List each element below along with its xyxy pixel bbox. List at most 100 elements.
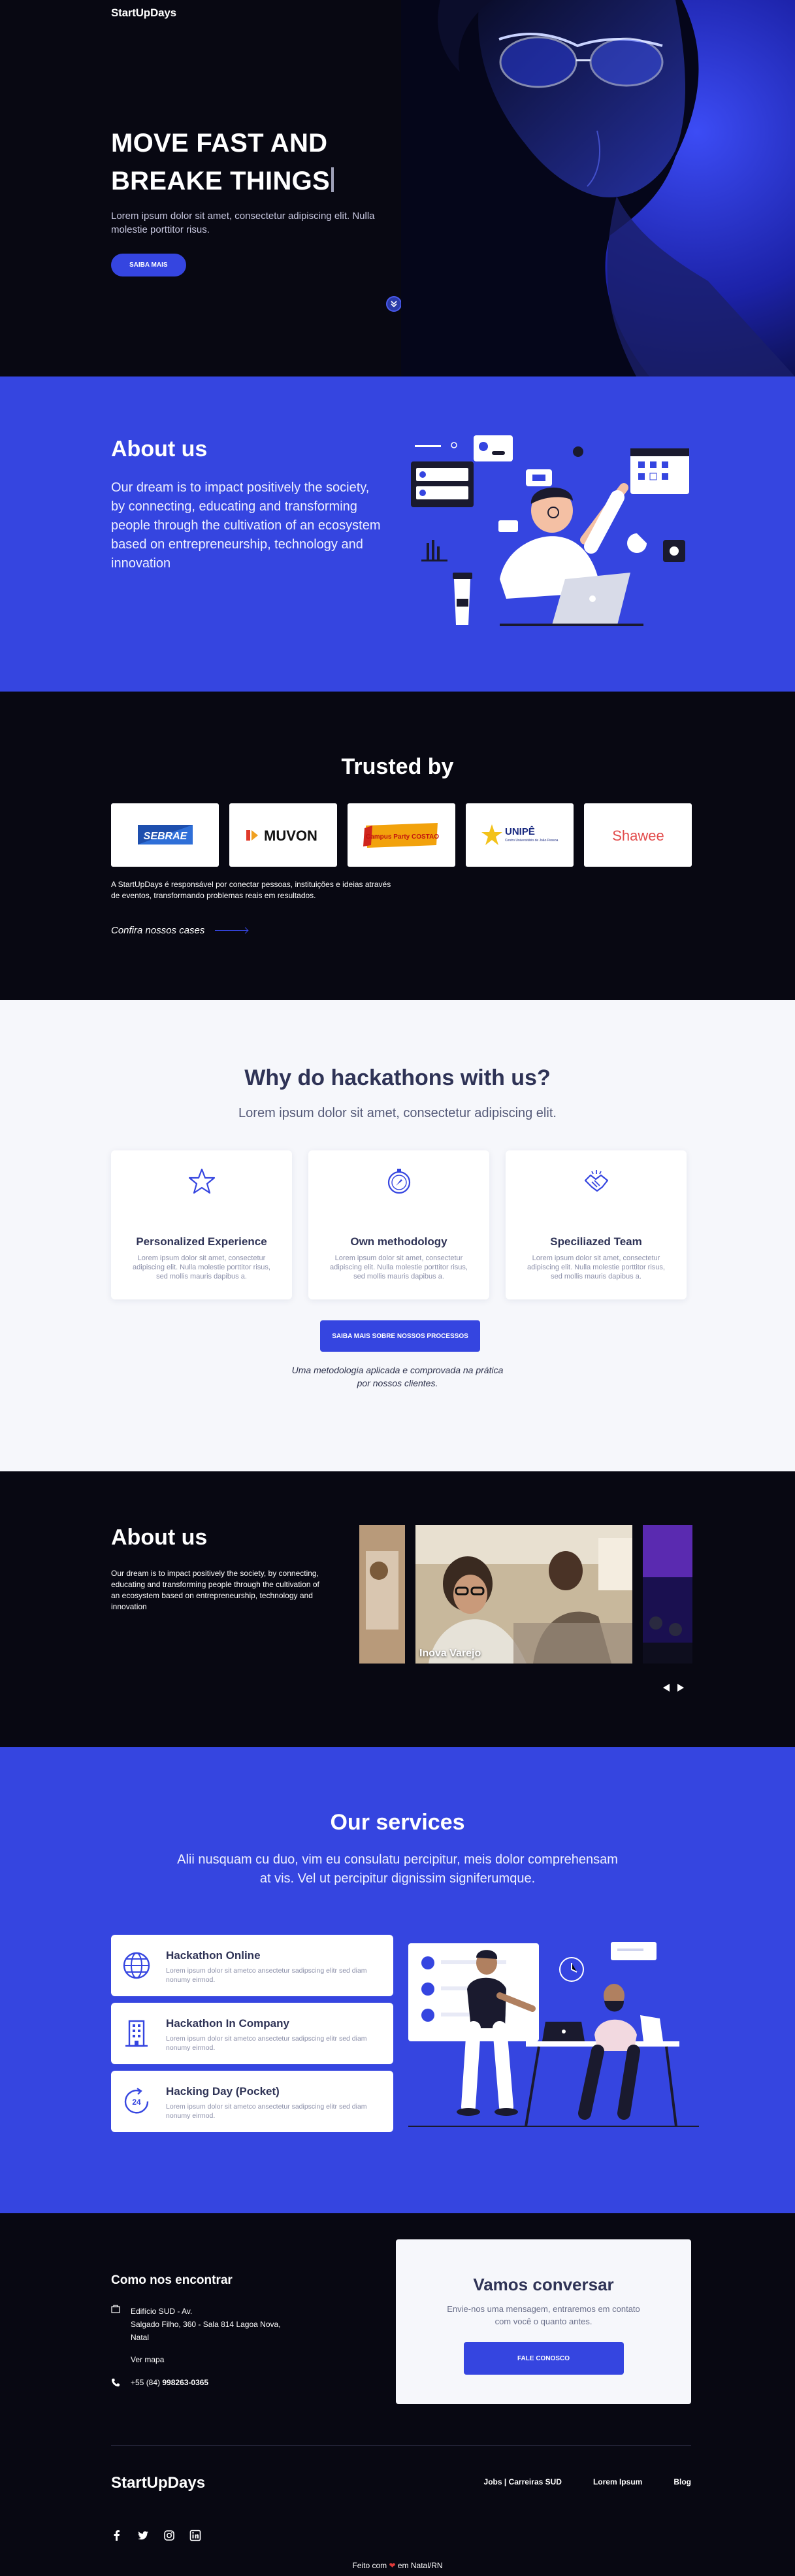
building-icon — [125, 2020, 148, 2047]
feature-text: Lorem ipsum dolor sit amet, consectetur … — [133, 1254, 270, 1280]
carousel-nav — [660, 1682, 687, 1694]
services-illustration — [408, 1937, 699, 2133]
compass-icon — [387, 1169, 411, 1194]
feature-cards: Personalized Experience Lorem ipsum dolo… — [111, 1150, 687, 1299]
hero-photo — [401, 0, 795, 376]
heart-icon: ❤ — [389, 2561, 396, 2570]
logo-unipe[interactable]: UNIPÊ Centro Universitário de João Pesso… — [466, 803, 574, 867]
feature-text: Lorem ipsum dolor sit amet, consectetur … — [527, 1254, 665, 1280]
handshake-icon — [584, 1170, 609, 1192]
why-section: Why do hackathons with us? Lorem ipsum d… — [0, 1000, 795, 1471]
footer-link-jobs[interactable]: Jobs | Carreiras SUD — [484, 2477, 562, 2486]
trusted-section: Trusted by SEBRAE MUVON Campus Party COS… — [0, 692, 795, 1000]
feature-text: Lorem ipsum dolor sit amet, consectetur … — [330, 1254, 468, 1280]
made-with-love: Feito com ❤ em Natal/RN — [0, 2561, 795, 2570]
carousel-slide-prev[interactable] — [359, 1525, 405, 1664]
about-section: About us Our dream is to impact positive… — [0, 376, 795, 692]
trusted-title: Trusted by — [341, 754, 454, 779]
why-note-line1: Uma metodologia aplicada e comprovada na… — [291, 1365, 504, 1375]
service-text: Lorem ipsum dolor sit ametco ansectetur … — [166, 2035, 367, 2052]
about-text: Our dream is to impact positively the so… — [111, 480, 381, 571]
feature-card: Speciliazed Team Lorem ipsum dolor sit a… — [506, 1150, 687, 1299]
phone-icon — [112, 2379, 120, 2386]
logo-sebrae[interactable]: SEBRAE — [111, 803, 219, 867]
address-block: Edifício SUD - Av. Salgado Filho, 360 - … — [111, 2305, 314, 2366]
about2-title: About us — [111, 1525, 208, 1550]
linkedin-icon[interactable] — [189, 2530, 201, 2541]
feature-card: Own methodology Lorem ipsum dolor sit am… — [308, 1150, 489, 1299]
phone-prefix: +55 (84) — [131, 2378, 161, 2387]
instagram-icon[interactable] — [163, 2530, 175, 2541]
carousel-slide-next[interactable] — [643, 1525, 692, 1664]
address-line1: Edifício SUD - Av. — [131, 2307, 193, 2316]
service-card-hacking-day[interactable]: 24 Hacking Day (Pocket) Lorem ipsum dolo… — [111, 2071, 393, 2132]
services-list: Hackathon Online Lorem ipsum dolor sit a… — [111, 1935, 393, 2132]
service-card-online[interactable]: Hackathon Online Lorem ipsum dolor sit a… — [111, 1935, 393, 1996]
footer-link-blog[interactable]: Blog — [673, 2477, 691, 2486]
carousel-next-icon[interactable] — [675, 1682, 687, 1694]
contact-us-button[interactable]: FALE CONOSCO — [463, 2342, 624, 2375]
contact-card-title: Vamos conversar — [473, 2275, 614, 2294]
hero-subtitle: Lorem ipsum dolor sit amet, consectetur … — [111, 210, 375, 235]
feature-title: Speciliazed Team — [550, 1235, 642, 1248]
footer-logo[interactable]: StartUpDays — [111, 2474, 205, 2492]
hero-title-line1: MOVE FAST AND — [111, 129, 328, 158]
service-title: Hacking Day (Pocket) — [166, 2085, 280, 2098]
photo-carousel[interactable]: Inova Varejo — [359, 1525, 692, 1664]
brand-logo[interactable]: StartUpDays — [111, 7, 176, 20]
hero-section: StartUpDays MOVE FAST AND BREAKE THINGS … — [0, 0, 795, 376]
hero-title-line2: BREAKE THINGS — [111, 167, 331, 195]
feature-title: Own methodology — [350, 1235, 447, 1248]
address-line3: Natal — [131, 2333, 150, 2342]
typing-cursor — [331, 167, 334, 192]
twitter-icon[interactable] — [137, 2530, 149, 2541]
cases-link[interactable]: Confira nossos cases — [111, 925, 248, 936]
footer-nav: Jobs | Carreiras SUD Lorem Ipsum Blog — [484, 2477, 691, 2486]
footer-link-lorem[interactable]: Lorem Ipsum — [593, 2477, 642, 2486]
logo-shawee[interactable]: Shawee — [584, 803, 692, 867]
services-lead: Alii nusquam cu duo, vim eu consulatu pe… — [177, 1852, 618, 1886]
slide-caption: Inova Varejo — [419, 1648, 481, 1659]
find-us-title: Como nos encontrar — [111, 2273, 233, 2287]
logo-sebrae-text: SEBRAE — [143, 831, 187, 842]
services-title: Our services — [330, 1810, 465, 1835]
facebook-icon[interactable] — [111, 2530, 123, 2541]
scroll-down-icon[interactable] — [386, 296, 402, 312]
made-suffix: em Natal/RN — [397, 2561, 443, 2570]
why-note-line2: por nossos clientes. — [357, 1378, 438, 1388]
contact-card: Vamos conversar Envie-nos uma mensagem, … — [396, 2239, 691, 2404]
logo-muvon[interactable]: MUVON — [229, 803, 337, 867]
view-map-link[interactable]: Ver mapa — [131, 2353, 314, 2366]
about2-text: Our dream is to impact positively the so… — [111, 1569, 319, 1611]
building-icon — [111, 2305, 120, 2313]
logo-muvon-text: MUVON — [264, 828, 317, 844]
cases-link-label: Confira nossos cases — [111, 925, 205, 936]
social-links — [111, 2530, 201, 2541]
hero-content: MOVE FAST AND BREAKE THINGS Lorem ipsum … — [111, 124, 385, 276]
trusted-description: A StartUpDays é responsável por conectar… — [111, 880, 391, 900]
service-title: Hackathon In Company — [166, 2017, 289, 2030]
globe-icon — [123, 1952, 150, 1979]
made-prefix: Feito com — [352, 2561, 387, 2570]
footer-section: Como nos encontrar Edifício SUD - Av. Sa… — [0, 2213, 795, 2576]
about-title: About us — [111, 437, 208, 461]
why-note: Uma metodologia aplicada e comprovada na… — [0, 1363, 795, 1390]
why-title: Why do hackathons with us? — [244, 1065, 551, 1090]
service-title: Hackathon Online — [166, 1949, 261, 1962]
processes-button[interactable]: SAIBA MAIS SOBRE NOSSOS PROCESSOS — [320, 1320, 480, 1352]
carousel-prev-icon[interactable] — [660, 1682, 672, 1694]
svg-text:24: 24 — [132, 2098, 141, 2107]
feature-card: Personalized Experience Lorem ipsum dolo… — [111, 1150, 292, 1299]
footer-divider — [111, 2445, 691, 2446]
logo-unipe-text: UNIPÊ — [505, 826, 535, 837]
24h-icon: 24 — [124, 2088, 149, 2114]
logo-campus-party[interactable]: Campus Party COSTAO — [348, 803, 455, 867]
about-carousel-section: About us Our dream is to impact positive… — [0, 1471, 795, 1747]
hero-cta-button[interactable]: SAIBA MAIS — [111, 254, 186, 276]
carousel-slide-active[interactable]: Inova Varejo — [415, 1525, 632, 1664]
feature-title: Personalized Experience — [136, 1235, 267, 1248]
service-text: Lorem ipsum dolor sit ametco ansectetur … — [166, 1967, 367, 1984]
contact-card-text: Envie-nos uma mensagem, entraremos em co… — [447, 2304, 640, 2326]
service-card-in-company[interactable]: Hackathon In Company Lorem ipsum dolor s… — [111, 2003, 393, 2064]
phone-block[interactable]: +55 (84) 998263-0365 — [111, 2378, 208, 2387]
